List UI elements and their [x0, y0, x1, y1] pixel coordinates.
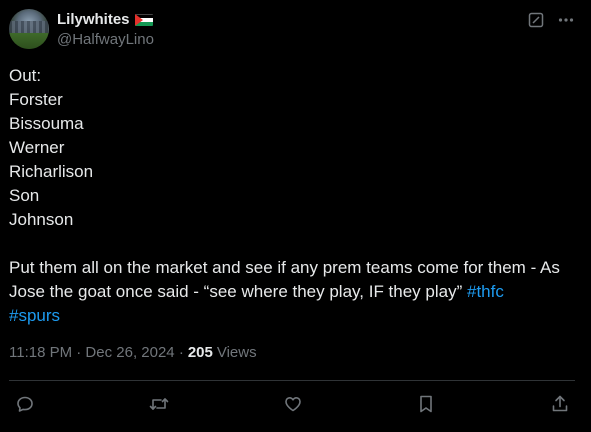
- tweet-line: Richarlison: [9, 162, 94, 181]
- reply-icon[interactable]: [14, 393, 36, 415]
- tweet-body-line-2: Jose the goat once said - “see where the…: [9, 280, 581, 304]
- author-avatar[interactable]: [9, 9, 49, 49]
- retweet-icon[interactable]: [148, 393, 170, 415]
- tweet-line: Forster: [9, 90, 63, 109]
- share-icon[interactable]: [549, 393, 571, 415]
- palestine-flag-icon: [134, 13, 153, 26]
- author-display-name[interactable]: Lilywhites: [57, 11, 130, 28]
- tweet-body-line: Put them all on the market and see if an…: [9, 258, 560, 277]
- views-count: 205: [187, 344, 213, 361]
- bookmark-icon[interactable]: [415, 393, 437, 415]
- tweet-line: Bissouma: [9, 114, 84, 133]
- tweet-line: Son: [9, 186, 40, 205]
- tweet-line: Werner: [9, 138, 65, 157]
- hashtag-link[interactable]: #spurs: [9, 306, 60, 325]
- tweet-actions-bar: [14, 393, 571, 415]
- author-handle[interactable]: @HalfwayLino: [57, 31, 154, 48]
- tweet-meta: 11:18 PM · Dec 26, 2024 · 205 Views: [9, 344, 257, 361]
- author-name-row: Lilywhites: [57, 11, 153, 28]
- tweet-body-line-3: #spurs: [9, 304, 581, 328]
- tweet-timestamp[interactable]: 11:18 PM · Dec 26, 2024 ·: [9, 344, 184, 361]
- tweet-line: Johnson: [9, 210, 74, 229]
- views-label: Views: [216, 344, 257, 361]
- tweet-text: Out: Forster Bissouma Werner Richarlison…: [9, 64, 581, 328]
- more-icon[interactable]: [557, 11, 575, 29]
- tweet-top-actions: [527, 11, 575, 29]
- like-icon[interactable]: [282, 393, 304, 415]
- hashtag-link[interactable]: #thfc: [467, 282, 504, 301]
- tweet-body-text: Jose the goat once said - “see where the…: [9, 282, 467, 301]
- grok-icon[interactable]: [527, 11, 545, 29]
- tweet-line: Out:: [9, 66, 42, 85]
- divider: [9, 380, 575, 381]
